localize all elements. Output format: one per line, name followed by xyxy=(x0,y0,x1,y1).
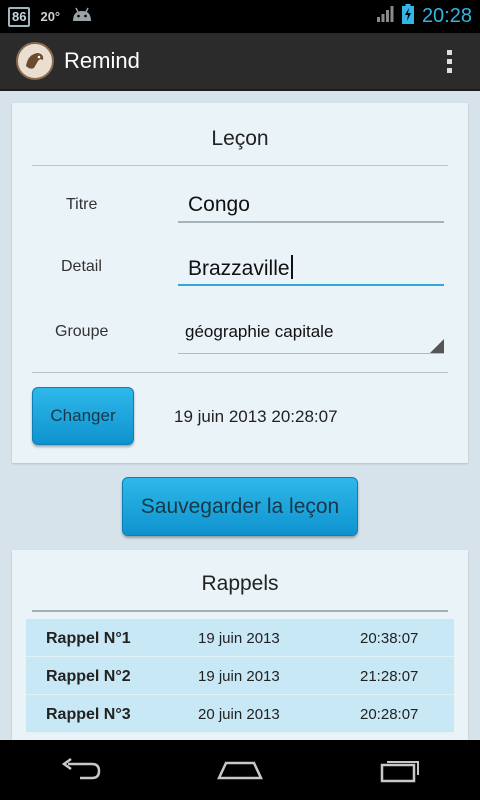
rappel-row[interactable]: Rappel N°3 20 juin 2013 20:28:07 xyxy=(26,695,454,733)
weather-temperature: 20° xyxy=(40,9,61,24)
lesson-header: Leçon xyxy=(211,127,269,150)
divider xyxy=(32,165,448,166)
rappel-date: 19 juin 2013 xyxy=(198,668,280,685)
android-icon xyxy=(70,5,94,28)
rappel-row[interactable]: Rappel N°1 19 juin 2013 20:38:07 xyxy=(26,619,454,657)
detail-label: Detail xyxy=(61,258,102,275)
detail-input-underline xyxy=(178,284,444,286)
battery-charging-icon xyxy=(401,4,414,29)
text-cursor xyxy=(290,255,293,279)
app-title: Remind xyxy=(64,48,140,73)
clock-time: 20:28 xyxy=(421,5,472,27)
rappel-date: 20 juin 2013 xyxy=(198,706,280,723)
divider xyxy=(32,610,448,612)
action-bar: Remind xyxy=(0,33,480,91)
rappel-name: Rappel N°3 xyxy=(46,706,131,723)
titre-input-underline xyxy=(178,221,444,223)
rappel-row[interactable]: Rappel N°2 19 juin 2013 21:28:07 xyxy=(26,657,454,695)
navigation-bar xyxy=(0,740,480,800)
save-lesson-button[interactable]: Sauvegarder la leçon xyxy=(122,477,358,536)
groupe-label: Groupe xyxy=(55,323,109,340)
app-logo-icon[interactable] xyxy=(16,42,54,80)
rappels-card: Rappels Rappel N°1 19 juin 2013 20:38:07… xyxy=(12,550,468,740)
groupe-spinner[interactable]: géographie capitale xyxy=(185,322,333,342)
titre-input[interactable]: Congo xyxy=(188,193,250,217)
titre-label: Titre xyxy=(66,196,98,213)
changer-button[interactable]: Changer xyxy=(32,387,134,445)
rappel-time: 20:38:07 xyxy=(360,630,419,647)
notification-badge: 86 xyxy=(8,6,31,27)
rappel-time: 20:28:07 xyxy=(360,706,419,723)
rappel-name: Rappel N°1 xyxy=(46,630,131,647)
overflow-menu-icon[interactable] xyxy=(447,49,452,73)
detail-input-text: Brazzaville xyxy=(188,257,290,280)
status-bar: 86 20° 20:28 xyxy=(0,0,480,33)
back-icon[interactable] xyxy=(50,750,110,790)
lesson-datetime: 19 juin 2013 20:28:07 xyxy=(174,407,338,426)
rappel-time: 21:28:07 xyxy=(360,668,419,685)
recent-apps-icon[interactable] xyxy=(370,750,430,790)
groupe-spinner-underline xyxy=(178,353,444,354)
main-content: Leçon Titre Congo Detail Brazzaville Gro… xyxy=(0,93,480,740)
detail-input[interactable]: Brazzaville xyxy=(188,255,293,281)
rappels-header: Rappels xyxy=(201,572,279,595)
rappel-date: 19 juin 2013 xyxy=(198,630,280,647)
home-icon[interactable] xyxy=(210,750,270,790)
signal-icon xyxy=(376,5,394,28)
dropdown-triangle-icon xyxy=(430,339,444,353)
rappel-name: Rappel N°2 xyxy=(46,668,131,685)
lesson-card: Leçon Titre Congo Detail Brazzaville Gro… xyxy=(12,103,468,463)
divider xyxy=(32,372,448,373)
